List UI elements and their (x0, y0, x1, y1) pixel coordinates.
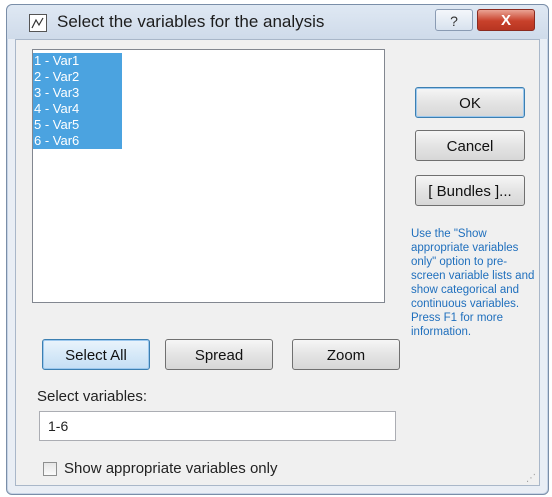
variable-list-item[interactable]: 3 - Var3 (33, 85, 122, 101)
variable-list-item[interactable]: 4 - Var4 (33, 101, 122, 117)
variable-list-item[interactable]: 6 - Var6 (33, 133, 122, 149)
help-icon: ? (450, 13, 458, 29)
select-variables-input[interactable] (39, 411, 396, 441)
spread-button[interactable]: Spread (165, 339, 273, 370)
bundles-button[interactable]: [ Bundles ]... (415, 175, 525, 206)
help-button[interactable]: ? (435, 9, 473, 31)
variable-list[interactable]: 1 - Var1 2 - Var2 3 - Var3 4 - Var4 5 - Var5… (32, 49, 385, 303)
variable-list-item[interactable]: 2 - Var2 (33, 69, 122, 85)
title-bar[interactable]: Select the variables for the analysis ? … (7, 5, 548, 39)
variable-list-item[interactable]: 1 - Var1 (33, 53, 122, 69)
zoom-button[interactable]: Zoom (292, 339, 400, 370)
show-appropriate-label[interactable]: Show appropriate variables only (64, 460, 277, 477)
ok-button[interactable]: OK (415, 87, 525, 118)
resize-grip-icon[interactable]: ⋰ (526, 473, 536, 484)
help-hint-text: Use the "Show appropriate variables only… (411, 228, 535, 338)
variable-list-item[interactable]: 5 - Var5 (33, 117, 122, 133)
select-variables-label: Select variables: (37, 388, 148, 405)
close-button[interactable]: X (477, 9, 535, 31)
close-icon: X (500, 12, 511, 29)
app-chart-icon (29, 14, 47, 32)
dialog-window: Select the variables for the analysis ? … (6, 4, 549, 495)
dialog-title: Select the variables for the analysis (57, 12, 325, 31)
select-all-button[interactable]: Select All (42, 339, 150, 370)
cancel-button[interactable]: Cancel (415, 130, 525, 161)
show-appropriate-checkbox[interactable] (43, 462, 57, 476)
